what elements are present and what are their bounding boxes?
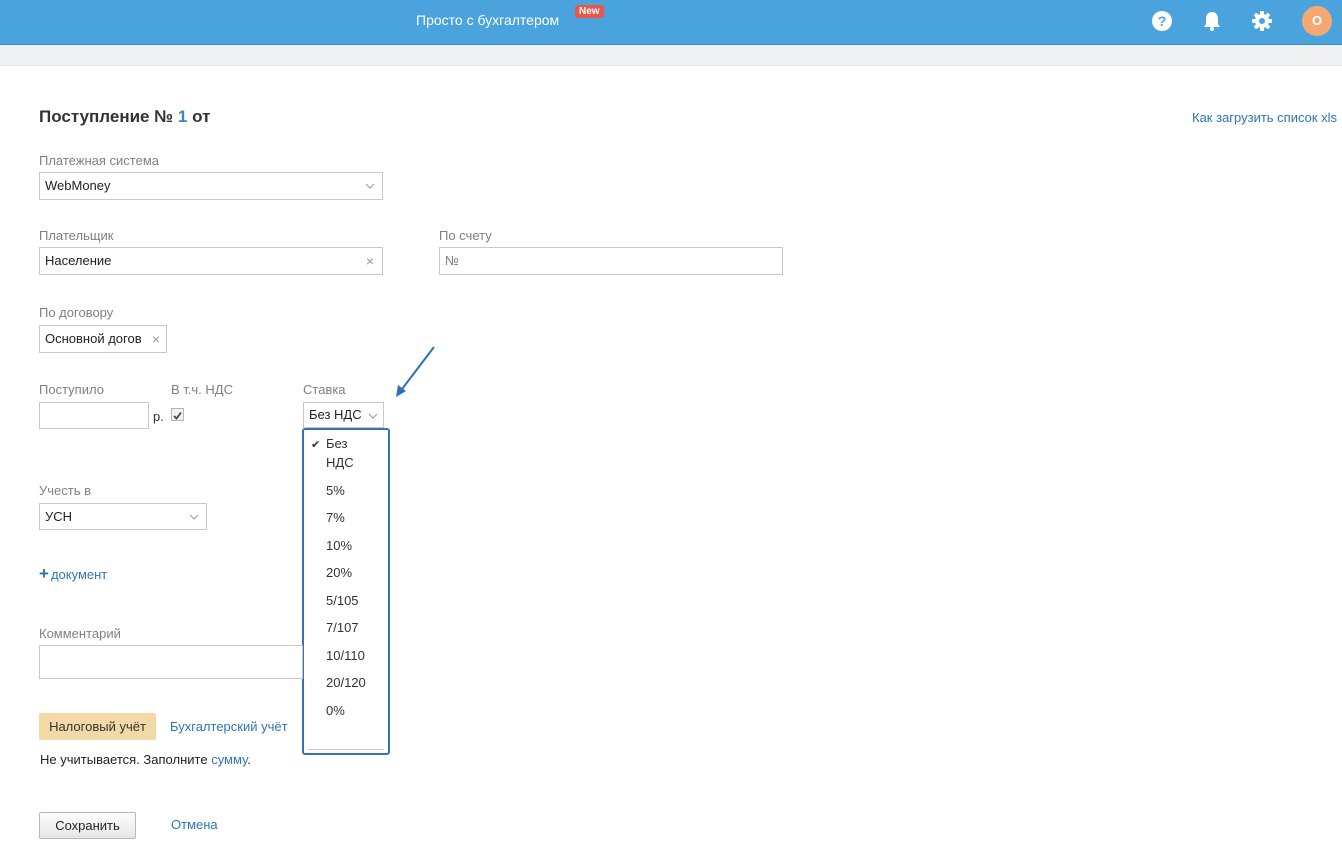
xls-help-link[interactable]: Как загрузить список xls [1192, 110, 1337, 125]
payment-system-select[interactable]: WebMoney [39, 172, 383, 200]
payer-value: Население [45, 253, 112, 268]
page-title: Поступление № 1 от [39, 107, 210, 127]
tab-bookkeeping[interactable]: Бухгалтерский учёт [170, 719, 288, 734]
rate-option-none[interactable]: Без НДС [326, 434, 366, 472]
checkmark-icon [173, 411, 182, 420]
chevron-down-icon [366, 183, 374, 189]
help-icon[interactable]: ? [1151, 10, 1173, 32]
comment-label: Комментарий [39, 626, 121, 641]
top-bar: Просто с бухгалтером New ? О [0, 0, 1342, 45]
payment-system-value: WebMoney [45, 178, 111, 193]
payment-system-label: Платежная система [39, 153, 159, 168]
invoice-label: По счету [439, 228, 492, 243]
rate-select[interactable]: Без НДС [303, 402, 384, 428]
title-prefix: Поступление № [39, 107, 174, 126]
rate-option[interactable]: 10% [326, 536, 352, 555]
accounting-note: Не учитывается. Заполните сумму. [40, 752, 251, 767]
contract-field[interactable]: Основной догов × [39, 325, 167, 353]
rate-option[interactable]: 5/105 [326, 591, 359, 610]
received-input[interactable] [39, 402, 149, 429]
selected-check-icon: ✔ [311, 439, 321, 451]
save-button[interactable]: Сохранить [39, 812, 136, 839]
rate-option[interactable]: 10/110 [326, 646, 365, 665]
title-suffix[interactable]: от [192, 107, 210, 126]
bell-icon[interactable] [1201, 10, 1223, 32]
vat-included-checkbox[interactable] [171, 408, 184, 421]
gear-icon[interactable] [1251, 10, 1273, 32]
payer-label: Плательщик [39, 228, 114, 243]
title-number[interactable]: 1 [178, 107, 187, 126]
avatar[interactable]: О [1302, 6, 1332, 36]
tab-tax-accounting[interactable]: Налоговый учёт [39, 713, 156, 740]
account-in-value: УСН [45, 509, 73, 524]
rate-label: Ставка [303, 382, 346, 397]
comment-textarea[interactable] [39, 645, 303, 679]
brand-title[interactable]: Просто с бухгалтером [416, 12, 559, 28]
rate-option[interactable]: 7/107 [326, 618, 359, 637]
invoice-placeholder: № [445, 253, 459, 268]
cancel-link[interactable]: Отмена [171, 817, 218, 832]
rate-option[interactable]: 5% [326, 481, 345, 500]
rate-option[interactable]: 0% [326, 701, 345, 720]
rate-option[interactable]: 7% [326, 508, 345, 527]
fill-sum-link[interactable]: сумму [211, 752, 247, 767]
annotation-arrow-icon [396, 346, 435, 397]
dropdown-divider [308, 749, 384, 750]
vat-included-label: В т.ч. НДС [171, 382, 233, 397]
add-document-link[interactable]: + документ [39, 564, 107, 584]
new-badge: New [575, 5, 604, 18]
rate-option[interactable]: 20/120 [326, 673, 366, 692]
invoice-input[interactable]: № [439, 247, 783, 275]
account-in-select[interactable]: УСН [39, 503, 207, 530]
note-text: Не учитывается. Заполните [40, 752, 208, 767]
contract-value: Основной догов [45, 331, 142, 346]
rate-value: Без НДС [309, 407, 362, 422]
clear-icon[interactable]: × [366, 248, 374, 274]
chevron-down-icon [190, 514, 198, 520]
payer-field[interactable]: Население × [39, 247, 383, 275]
contract-label: По договору [39, 305, 114, 320]
received-label: Поступило [39, 382, 104, 397]
note-end: . [247, 752, 251, 767]
rate-dropdown: ✔ Без НДС 5% 7% 10% 20% 5/105 7/107 10/1… [302, 428, 390, 755]
clear-icon[interactable]: × [152, 326, 160, 352]
rate-option[interactable]: 20% [326, 563, 352, 582]
svg-text:?: ? [1158, 13, 1167, 29]
currency-label: р. [153, 409, 164, 424]
chevron-down-icon [369, 413, 377, 419]
account-in-label: Учесть в [39, 483, 92, 498]
plus-icon: + [39, 564, 49, 583]
add-document-label: документ [50, 567, 108, 582]
sub-bar [0, 45, 1342, 66]
